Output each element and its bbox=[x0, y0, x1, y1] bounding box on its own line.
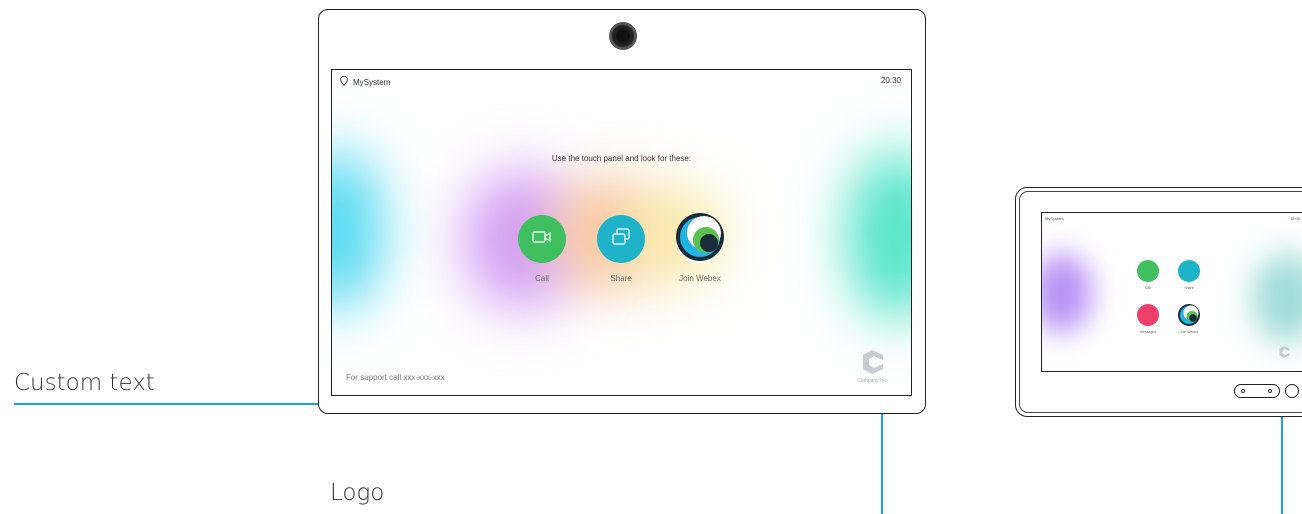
panel-call-label: Call bbox=[1144, 286, 1152, 290]
panel-join-webex-button[interactable] bbox=[1178, 304, 1200, 326]
panel-glow-purple bbox=[1042, 253, 1092, 333]
panel-webex-logo-icon bbox=[1178, 304, 1200, 326]
share-screen-icon bbox=[611, 227, 631, 251]
camera-icon bbox=[609, 22, 637, 50]
glow-green-right bbox=[847, 150, 911, 320]
system-name[interactable]: MySystem bbox=[340, 75, 391, 88]
panel-company-logo-icon bbox=[1279, 345, 1290, 363]
support-custom-text: For support call xxx-xxx-xxx bbox=[346, 373, 445, 382]
panel-call-button[interactable] bbox=[1137, 260, 1159, 282]
panel-join-webex-label: Join Webex bbox=[1179, 330, 1199, 334]
custom-text-callout-line bbox=[14, 403, 324, 405]
panel-share-label: Share bbox=[1184, 286, 1194, 290]
touch-panel-screen: MySystem 18:00 Call Share Messages Join … bbox=[1041, 212, 1302, 372]
location-pin-icon bbox=[340, 75, 348, 88]
panel-clock: 18:00 bbox=[1290, 216, 1301, 221]
logo-callout-line-main bbox=[881, 398, 883, 514]
touch-panel-device: MySystem 18:00 Call Share Messages Join … bbox=[1015, 187, 1302, 417]
call-button[interactable] bbox=[518, 215, 566, 263]
panel-messages-label: Messages bbox=[1140, 330, 1156, 334]
system-name-label: MySystem bbox=[353, 77, 391, 87]
hint-text: Use the touch panel and look for these: bbox=[551, 154, 692, 163]
device-screen: MySystem 20:30 Use the touch panel and l… bbox=[331, 69, 912, 396]
panel-messages-button[interactable] bbox=[1137, 304, 1159, 326]
mute-button[interactable] bbox=[1285, 384, 1299, 398]
call-label: Call bbox=[535, 274, 549, 283]
room-device: MySystem 20:30 Use the touch panel and l… bbox=[318, 9, 926, 414]
join-webex-button[interactable] bbox=[676, 212, 724, 266]
panel-share-button[interactable] bbox=[1178, 260, 1200, 282]
clock: 20:30 bbox=[880, 76, 901, 85]
webex-logo-icon bbox=[676, 212, 724, 266]
volume-down-icon bbox=[1241, 389, 1245, 393]
glow-cyan-left bbox=[332, 150, 382, 310]
share-button[interactable] bbox=[597, 215, 645, 263]
join-webex-label: Join Webex bbox=[679, 274, 721, 283]
video-camera-icon bbox=[532, 230, 552, 249]
custom-text-callout-label: Custom text bbox=[14, 370, 155, 396]
volume-control[interactable] bbox=[1234, 384, 1280, 398]
company-logo-icon bbox=[862, 350, 884, 379]
panel-glow-teal bbox=[1252, 253, 1302, 343]
logo-callout-label: Logo bbox=[330, 480, 385, 506]
volume-up-icon bbox=[1268, 389, 1272, 393]
company-name: Company Inc bbox=[857, 378, 887, 384]
panel-system-name: MySystem bbox=[1045, 216, 1064, 221]
share-label: Share bbox=[610, 274, 632, 283]
